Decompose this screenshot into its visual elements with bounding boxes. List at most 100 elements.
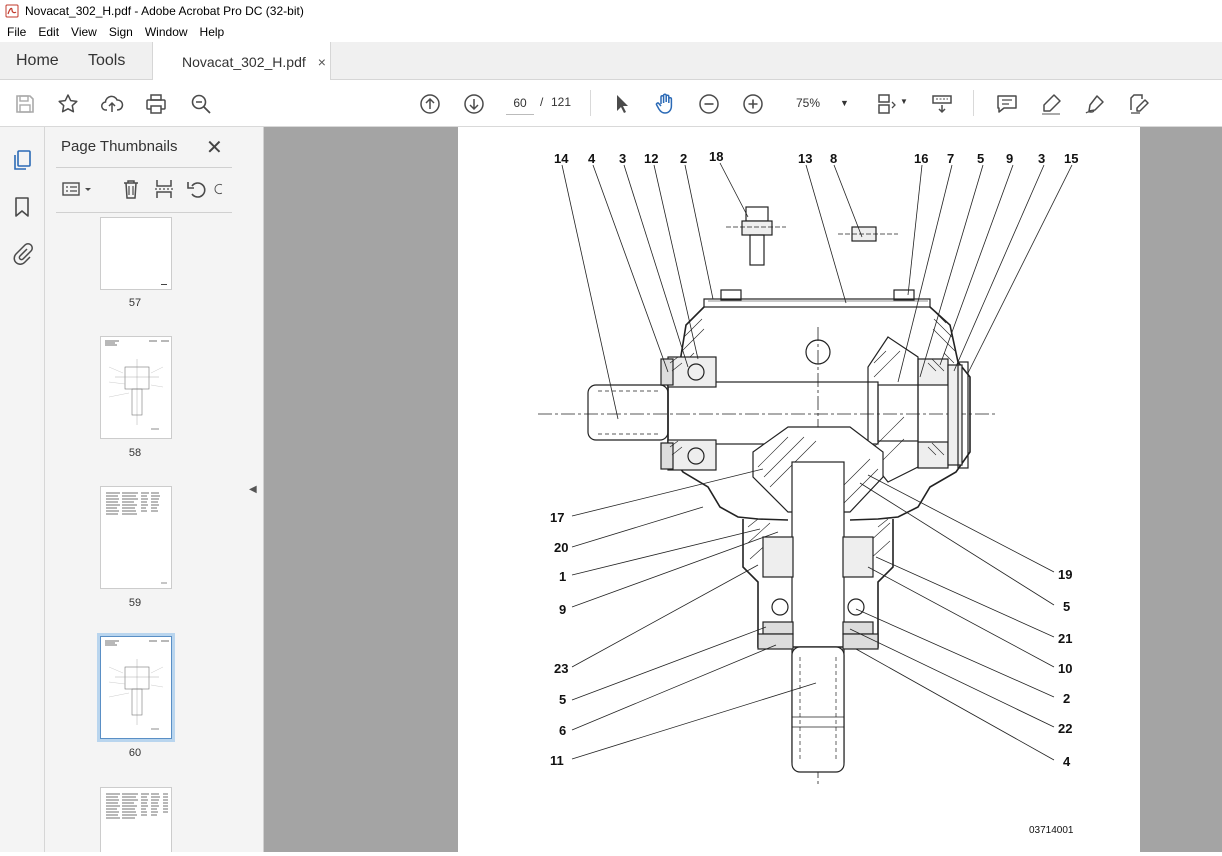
acrobat-app-icon [5, 4, 19, 18]
thumbnail-label: 58 [128, 447, 142, 459]
left-rail [0, 127, 45, 852]
gearbox-exploded-drawing: 14 4 3 12 2 18 13 8 16 7 5 9 3 15 17 20 … [538, 149, 1078, 836]
callout-top: 5 [977, 151, 984, 166]
callout-left: 9 [559, 602, 566, 617]
highlight-icon[interactable] [1038, 91, 1064, 117]
hand-icon[interactable] [652, 91, 678, 117]
tab-tools[interactable]: Tools [88, 42, 125, 80]
figure-number: 03714001 [1029, 825, 1074, 836]
comment-icon[interactable] [994, 91, 1020, 117]
print-icon[interactable] [143, 91, 169, 117]
menu-edit[interactable]: Edit [34, 25, 64, 39]
page-view-chevron-icon[interactable]: ▼ [900, 97, 908, 106]
page-number-input[interactable] [506, 91, 534, 115]
callout-top: 8 [830, 151, 837, 166]
page-view-icon[interactable] [874, 91, 900, 117]
callout-top: 3 [619, 151, 626, 166]
title-bar: Novacat_302_H.pdf - Adobe Acrobat Pro DC… [0, 0, 1222, 22]
callout-top: 12 [644, 151, 658, 166]
thumbnails-panel: Page Thumbnails ✕ 57 58 59 60 ◀ [45, 127, 281, 855]
callout-left: 5 [559, 692, 566, 707]
thumbnail-options-icon[interactable] [60, 177, 96, 201]
callout-right: 10 [1058, 661, 1072, 676]
callout-left: 11 [550, 753, 564, 768]
callout-left: 20 [554, 540, 568, 555]
callout-left: 23 [554, 661, 568, 676]
panel-title: Page Thumbnails [61, 138, 178, 155]
window-title: Novacat_302_H.pdf - Adobe Acrobat Pro DC… [25, 4, 304, 18]
callout-top: 15 [1064, 151, 1078, 166]
select-arrow-icon[interactable] [609, 91, 635, 117]
thumbnail-tools [56, 171, 232, 207]
page-up-icon[interactable] [417, 91, 443, 117]
thumbnail-page-selected[interactable] [97, 633, 175, 742]
callout-right: 22 [1058, 721, 1072, 736]
toolbar-divider [590, 90, 591, 116]
callout-right: 5 [1063, 599, 1070, 614]
thumbnail-page[interactable] [100, 486, 172, 589]
callout-left: 1 [559, 569, 566, 584]
menu-window[interactable]: Window [141, 25, 193, 39]
menu-view[interactable]: View [67, 25, 102, 39]
zoom-in-icon[interactable] [740, 91, 766, 117]
scroll-mode-icon[interactable] [929, 91, 955, 117]
total-pages: 121 [551, 95, 572, 109]
menu-file[interactable]: File [3, 25, 31, 39]
thumbnail-page[interactable] [100, 787, 172, 852]
close-panel-icon[interactable]: ✕ [206, 135, 223, 160]
callout-top: 4 [588, 151, 596, 166]
extract-pages-icon[interactable] [152, 177, 176, 201]
document-tab-label: Novacat_302_H.pdf [182, 53, 306, 70]
panel-divider [56, 212, 232, 213]
callout-top: 2 [680, 151, 687, 166]
draw-icon[interactable] [1082, 91, 1108, 117]
attachments-icon[interactable] [10, 241, 34, 265]
rotate-right-icon[interactable] [212, 177, 226, 201]
thumbnail-label: 59 [128, 597, 142, 609]
callout-top: 14 [554, 151, 569, 166]
page-separator: / [540, 95, 544, 109]
bookmark-star-icon[interactable] [55, 91, 81, 117]
page-thumbnails-icon[interactable] [10, 148, 34, 172]
chevron-down-icon: ▼ [840, 98, 849, 108]
callout-right: 19 [1058, 567, 1072, 582]
toolbar-divider-2 [973, 90, 974, 116]
upload-icon[interactable] [99, 91, 125, 117]
tab-document[interactable]: Novacat_302_H.pdf × [152, 42, 331, 81]
menu-help[interactable]: Help [196, 25, 230, 39]
thumbnail-list: 57 58 59 60 [45, 217, 225, 852]
thumbnail-page[interactable] [100, 336, 172, 439]
callout-top: 3 [1038, 151, 1045, 166]
zoom-search-icon[interactable] [188, 91, 214, 117]
page-down-icon[interactable] [461, 91, 487, 117]
zoom-dropdown[interactable]: 75% ▼ [784, 90, 854, 116]
callout-right: 4 [1063, 754, 1071, 769]
callout-top: 7 [947, 151, 954, 166]
thumbnail-label: 57 [128, 297, 142, 309]
bookmarks-icon[interactable] [10, 195, 34, 219]
callout-right: 21 [1058, 631, 1072, 646]
callout-right: 2 [1063, 691, 1070, 706]
zoom-out-icon[interactable] [696, 91, 722, 117]
rotate-left-icon[interactable] [185, 177, 209, 201]
panel-divider [56, 167, 232, 168]
callout-left: 6 [559, 723, 566, 738]
save-icon[interactable] [12, 91, 38, 117]
callout-top: 13 [798, 151, 812, 166]
delete-pages-icon[interactable] [119, 177, 143, 201]
callout-left: 17 [550, 510, 564, 525]
menu-bar: File Edit View Sign Window Help [0, 22, 1222, 42]
thumbnail-page[interactable] [100, 217, 172, 290]
tab-row: Home Tools Novacat_302_H.pdf × [0, 42, 1222, 81]
tab-home[interactable]: Home [16, 42, 59, 80]
zoom-value: 75% [796, 96, 821, 110]
fill-sign-icon[interactable] [1126, 91, 1152, 117]
pdf-page: 14 4 3 12 2 18 13 8 16 7 5 9 3 15 17 20 … [458, 127, 1140, 852]
callout-top: 9 [1006, 151, 1013, 166]
menu-sign[interactable]: Sign [105, 25, 138, 39]
callout-top: 18 [709, 149, 723, 164]
collapse-panel-icon[interactable]: ◀ [249, 484, 257, 495]
document-view[interactable]: 14 4 3 12 2 18 13 8 16 7 5 9 3 15 17 20 … [264, 127, 1222, 852]
thumbnail-label: 60 [128, 747, 142, 759]
close-tab-icon[interactable]: × [318, 54, 326, 70]
